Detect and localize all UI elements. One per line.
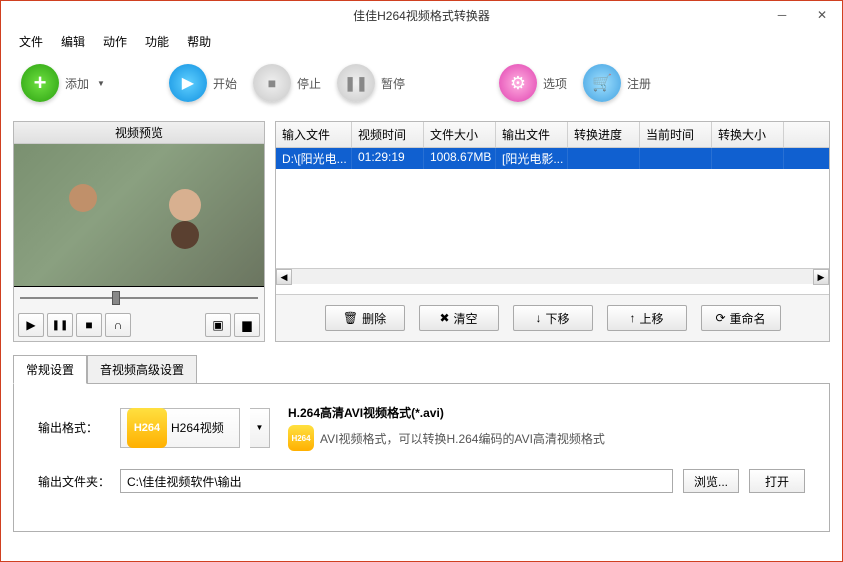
camera-icon: ▣ <box>212 318 223 332</box>
table-row[interactable]: D:\[阳光电... 01:29:19 1008.67MB [阳光电影... <box>276 148 829 169</box>
preview-panel: 视频预览 ▶ ❚❚ ■ ∩ ▣ ▆ <box>13 121 265 342</box>
menu-file[interactable]: 文件 <box>11 30 51 53</box>
format-description: AVI视频格式，可以转换H.264编码的AVI高清视频格式 <box>320 430 605 447</box>
menu-function[interactable]: 功能 <box>137 30 177 53</box>
plus-icon: + <box>34 70 47 96</box>
trash-icon: 🗑 <box>343 311 358 325</box>
preview-controls: ▶ ❚❚ ■ ∩ ▣ ▆ <box>14 309 264 341</box>
pause-icon: ❚❚ <box>344 75 367 92</box>
clear-button[interactable]: ✖清空 <box>419 305 499 331</box>
menubar: 文件 编辑 动作 功能 帮助 <box>1 29 842 53</box>
preview-folder-button[interactable]: ▆ <box>234 313 260 337</box>
arrow-down-icon: ↓ <box>535 311 541 325</box>
menu-edit[interactable]: 编辑 <box>53 30 93 53</box>
chevron-down-icon: ▼ <box>256 423 264 432</box>
loop-icon: ∩ <box>114 318 123 332</box>
table-header: 输入文件 视频时间 文件大小 输出文件 转换进度 当前时间 转换大小 <box>276 122 829 148</box>
play-icon: ▶ <box>26 318 35 332</box>
move-down-button[interactable]: ↓下移 <box>513 305 593 331</box>
output-folder-input[interactable] <box>120 469 673 493</box>
close-button[interactable]: ✕ <box>802 1 842 29</box>
stop-icon: ■ <box>85 318 92 332</box>
format-dropdown-button[interactable]: ▼ <box>250 408 270 448</box>
window-title: 佳佳H264视频格式转换器 <box>353 7 490 24</box>
preview-stop-button[interactable]: ■ <box>76 313 102 337</box>
open-button[interactable]: 打开 <box>749 469 805 493</box>
settings-tabs: 常规设置 音视频高级设置 输出格式： H264 H264视频 ▼ H.264高清… <box>1 350 842 544</box>
tab-general[interactable]: 常规设置 <box>13 355 87 384</box>
format-label: 输出格式： <box>38 419 110 436</box>
format-title: H.264高清AVI视频格式(*.avi) <box>288 404 605 421</box>
list-actions: 🗑删除 ✖清空 ↓下移 ↑上移 ⟳重命名 <box>276 294 829 341</box>
h264-icon: H264 <box>288 425 314 451</box>
play-icon: ▶ <box>182 73 194 93</box>
minimize-button[interactable]: ─ <box>762 1 802 29</box>
format-select[interactable]: H264 H264视频 <box>120 408 240 448</box>
col-time[interactable]: 当前时间 <box>640 122 712 147</box>
toolbar: + 添加 ▼ ▶ 开始 ■ 停止 ❚❚ 暂停 ⚙ 选项 🛒 注册 <box>1 53 842 113</box>
preview-header: 视频预览 <box>14 122 264 144</box>
start-button[interactable]: ▶ 开始 <box>165 60 241 106</box>
register-button[interactable]: 🛒 注册 <box>579 60 655 106</box>
basket-icon: 🛒 <box>592 73 612 93</box>
chevron-down-icon: ▼ <box>97 79 105 88</box>
preview-play-button[interactable]: ▶ <box>18 313 44 337</box>
tab-advanced[interactable]: 音视频高级设置 <box>87 355 197 384</box>
col-progress[interactable]: 转换进度 <box>568 122 640 147</box>
x-icon: ✖ <box>439 311 449 325</box>
rename-button[interactable]: ⟳重命名 <box>701 305 781 331</box>
col-size[interactable]: 文件大小 <box>424 122 496 147</box>
add-button[interactable]: + 添加 ▼ <box>17 60 109 106</box>
file-table: 输入文件 视频时间 文件大小 输出文件 转换进度 当前时间 转换大小 D:\[阳… <box>276 122 829 294</box>
col-input[interactable]: 输入文件 <box>276 122 352 147</box>
preview-video <box>14 144 264 287</box>
col-output[interactable]: 输出文件 <box>496 122 568 147</box>
menu-help[interactable]: 帮助 <box>179 30 219 53</box>
pause-button[interactable]: ❚❚ 暂停 <box>333 60 409 106</box>
titlebar: 佳佳H264视频格式转换器 ─ ✕ <box>1 1 842 29</box>
file-list-panel: 输入文件 视频时间 文件大小 输出文件 转换进度 当前时间 转换大小 D:\[阳… <box>275 121 830 342</box>
menu-action[interactable]: 动作 <box>95 30 135 53</box>
scroll-right-icon[interactable]: ▶ <box>813 269 829 285</box>
arrow-up-icon: ↑ <box>629 311 635 325</box>
stop-icon: ■ <box>268 75 276 91</box>
refresh-icon: ⟳ <box>715 311 725 325</box>
h264-icon: H264 <box>127 408 167 448</box>
stop-button[interactable]: ■ 停止 <box>249 60 325 106</box>
delete-button[interactable]: 🗑删除 <box>325 305 405 331</box>
preview-pause-button[interactable]: ❚❚ <box>47 313 73 337</box>
horizontal-scrollbar[interactable]: ◀ ▶ <box>276 268 829 284</box>
folder-icon: ▆ <box>242 318 251 332</box>
preview-snapshot-button[interactable]: ▣ <box>205 313 231 337</box>
gear-icon: ⚙ <box>510 73 526 94</box>
options-button[interactable]: ⚙ 选项 <box>495 60 571 106</box>
folder-label: 输出文件夹： <box>38 473 110 490</box>
col-duration[interactable]: 视频时间 <box>352 122 424 147</box>
seek-slider[interactable] <box>14 287 264 309</box>
window-controls: ─ ✕ <box>762 1 842 29</box>
preview-loop-button[interactable]: ∩ <box>105 313 131 337</box>
move-up-button[interactable]: ↑上移 <box>607 305 687 331</box>
browse-button[interactable]: 浏览... <box>683 469 739 493</box>
pause-icon: ❚❚ <box>52 320 69 331</box>
col-outsize[interactable]: 转换大小 <box>712 122 784 147</box>
scroll-left-icon[interactable]: ◀ <box>276 269 292 285</box>
